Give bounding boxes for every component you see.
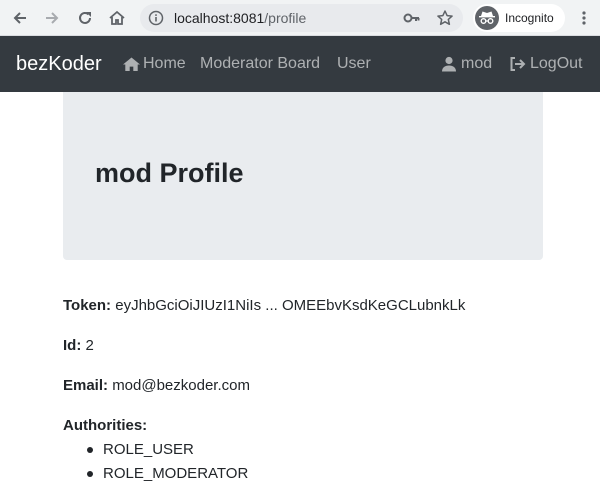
nav-logout-link[interactable]: LogOut [509, 55, 582, 73]
nav-profile-label: mod [461, 55, 493, 72]
incognito-label: Incognito [505, 11, 554, 25]
list-item: ROLE_USER [63, 441, 248, 465]
token-label: Token: [63, 297, 112, 314]
app-navbar: bezKoder Home Moderator Board User mod L… [0, 36, 600, 92]
key-icon[interactable] [403, 10, 421, 31]
home-icon [109, 10, 125, 25]
id-field: Id: 2 [63, 337, 94, 354]
address-bar[interactable]: localhost:8081/profile [140, 4, 463, 32]
page-title-suffix: Profile [159, 158, 244, 188]
list-item: ROLE_MODERATOR [63, 465, 248, 489]
user-icon [442, 56, 456, 72]
id-label: Id: [63, 337, 82, 354]
page-title: mod Profile [95, 158, 244, 189]
incognito-icon [475, 6, 499, 30]
back-button[interactable] [6, 4, 34, 32]
nav-profile-link[interactable]: mod [441, 55, 492, 73]
forward-button[interactable] [38, 4, 66, 32]
nav-home-label: Home [143, 55, 186, 72]
back-icon [13, 12, 26, 24]
token-value: eyJhbGciOiJIUzI1NiIs ... OMEEbvKsdKeGCLu… [115, 297, 466, 314]
logout-icon [510, 57, 526, 71]
url-host: localhost:8081 [174, 10, 265, 26]
profile-username: mod [95, 158, 152, 188]
reload-icon [79, 11, 91, 24]
id-value: 2 [85, 337, 94, 354]
authorities-label: Authorities: [63, 417, 148, 434]
star-icon[interactable] [436, 9, 454, 32]
nav-user-link[interactable]: User [337, 55, 371, 73]
reload-button[interactable] [71, 4, 99, 32]
url-path: /profile [264, 10, 307, 26]
nav-logout-label: LogOut [530, 55, 583, 72]
url-text: localhost:8081/profile [174, 10, 306, 26]
email-label: Email: [63, 377, 109, 394]
profile-header: mod Profile [63, 92, 543, 260]
brand-link[interactable]: bezKoder [16, 53, 102, 76]
forward-icon [46, 12, 59, 24]
info-icon[interactable] [148, 10, 164, 31]
email-value: mod@bezkoder.com [112, 377, 250, 394]
nav-moderator-board-link[interactable]: Moderator Board [200, 55, 320, 73]
incognito-badge[interactable]: Incognito [473, 4, 565, 32]
home-button[interactable] [103, 4, 131, 32]
token-field: Token: eyJhbGciOiJIUzI1NiIs ... OMEEbvKs… [63, 297, 465, 314]
menu-icon[interactable] [574, 4, 594, 32]
email-field: Email: mod@bezkoder.com [63, 377, 250, 394]
authorities-list: ROLE_USER ROLE_MODERATOR [63, 441, 248, 489]
nav-home-link[interactable]: Home [122, 55, 186, 73]
browser-toolbar: localhost:8081/profile Incognito [0, 0, 600, 36]
home-icon [123, 57, 140, 71]
authorities-field: Authorities: [63, 417, 147, 434]
